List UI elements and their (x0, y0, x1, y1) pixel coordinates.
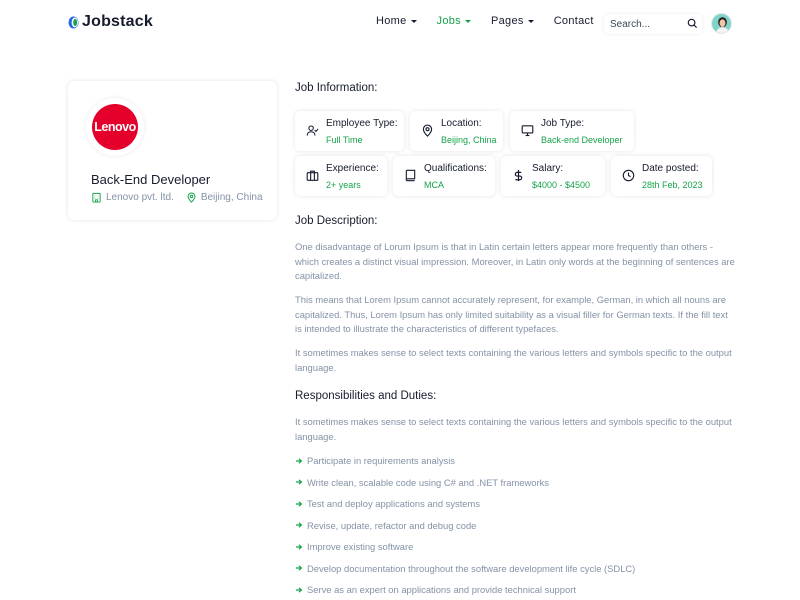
list-item: Participate in requirements analysis (295, 450, 635, 472)
info-label: Employee Type: (326, 118, 398, 129)
book-icon (405, 169, 416, 182)
info-value: $4000 - $4500 (532, 180, 591, 190)
info-job-type: Job Type: Back-end Developer (510, 111, 634, 151)
job-title: Back-End Developer (91, 172, 211, 187)
nav-jobs[interactable]: Jobs (437, 15, 471, 27)
company-name[interactable]: Lenovo pvt. ltd. (106, 192, 174, 203)
info-salary: Salary: $4000 - $4500 (501, 156, 605, 196)
user-check-icon (306, 125, 319, 136)
duty-text: Revise, update, refactor and debug code (307, 519, 477, 531)
responsibilities-heading: Responsibilities and Duties: (295, 390, 437, 402)
info-value: Beijing, China (441, 135, 497, 145)
nav-home-label: Home (376, 15, 407, 27)
info-value: Back-end Developer (541, 135, 623, 145)
search-box (604, 14, 702, 34)
company-logo: Lenovo (92, 104, 138, 150)
navbar: Jobstack Home Jobs Pages Contact (0, 0, 800, 46)
monitor-icon (521, 125, 534, 137)
duty-text: Test and deploy applications and systems (307, 498, 481, 510)
info-label: Location: (441, 118, 482, 129)
nav-contact-label: Contact (553, 15, 594, 27)
duty-text: Participate in requirements analysis (307, 455, 455, 467)
info-value: MCA (424, 180, 444, 190)
arrow-right-icon (296, 479, 303, 485)
clock-icon (622, 169, 635, 182)
duty-text: Serve as an expert on applications and p… (307, 584, 576, 596)
info-label: Experience: (326, 163, 379, 174)
arrow-right-icon (296, 458, 303, 464)
avatar-image (712, 14, 731, 33)
list-item: Write clean, scalable code using C# and … (295, 472, 635, 494)
job-description-heading: Job Description: (295, 215, 378, 227)
list-item: Develop documentation throughout the sof… (295, 558, 635, 580)
company-card: Lenovo Back-End Developer Lenovo pvt. lt… (68, 81, 277, 220)
info-value: 28th Feb, 2023 (642, 180, 703, 190)
info-label: Job Type: (541, 118, 585, 129)
search-icon[interactable] (687, 18, 698, 29)
chevron-down-icon (464, 20, 471, 23)
info-date-posted: Date posted: 28th Feb, 2023 (611, 156, 712, 196)
dollar-icon (514, 169, 523, 182)
duties-list: Participate in requirements analysis Wri… (295, 450, 635, 600)
brand-logo[interactable]: Jobstack (68, 12, 153, 32)
map-pin-icon (422, 124, 433, 137)
map-pin-icon (187, 192, 196, 203)
info-employee-type: Employee Type: Full Time (295, 111, 404, 151)
briefcase-icon (306, 170, 319, 181)
nav-contact[interactable]: Contact (554, 15, 594, 27)
duty-text: Improve existing software (307, 541, 414, 553)
list-item: Serve as an expert on applications and p… (295, 579, 635, 600)
nav-home[interactable]: Home (376, 15, 417, 27)
responsibilities-intro: It sometimes makes sense to select texts… (295, 416, 732, 442)
nav-pages-label: Pages (490, 15, 524, 27)
arrow-right-icon (296, 587, 303, 593)
search-input[interactable] (604, 18, 680, 30)
info-label: Qualifications: (424, 163, 487, 174)
info-label: Salary: (532, 163, 564, 174)
arrow-right-icon (296, 544, 303, 550)
company-meta: Lenovo pvt. ltd. Beijing, China (91, 192, 263, 203)
description-paragraph: One disadvantage of Lorum Ipsum is that … (295, 241, 735, 281)
brand-name: Jobstack (82, 13, 153, 30)
duty-text: Write clean, scalable code using C# and … (307, 476, 549, 488)
description-paragraph: This means that Lorem Ipsum cannot accur… (295, 294, 728, 334)
arrow-right-icon (296, 501, 303, 507)
company-location: Beijing, China (200, 192, 263, 203)
info-qualifications: Qualifications: MCA (393, 156, 495, 196)
building-icon (92, 192, 101, 203)
info-label: Date posted: (642, 163, 699, 174)
chevron-down-icon (527, 20, 534, 23)
main-menu: Home Jobs Pages Contact (376, 15, 614, 27)
arrow-right-icon (296, 565, 303, 571)
user-avatar[interactable] (711, 13, 732, 34)
jobstack-logo-icon (68, 16, 79, 28)
nav-pages[interactable]: Pages (491, 15, 534, 27)
chevron-down-icon (410, 20, 417, 23)
info-value: 2+ years (326, 180, 361, 190)
list-item: Test and deploy applications and systems (295, 493, 635, 515)
list-item: Revise, update, refactor and debug code (295, 515, 635, 537)
list-item: Improve existing software (295, 536, 635, 558)
company-logo-text: Lenovo (94, 120, 136, 134)
job-info-heading: Job Information: (295, 82, 378, 94)
duty-text: Develop documentation throughout the sof… (307, 562, 636, 574)
info-value: Full Time (326, 135, 363, 145)
arrow-right-icon (296, 522, 303, 528)
info-experience: Experience: 2+ years (295, 156, 387, 196)
info-location: Location: Beijing, China (410, 111, 503, 151)
description-paragraph: It sometimes makes sense to select texts… (295, 347, 732, 373)
nav-jobs-label: Jobs (436, 15, 461, 27)
